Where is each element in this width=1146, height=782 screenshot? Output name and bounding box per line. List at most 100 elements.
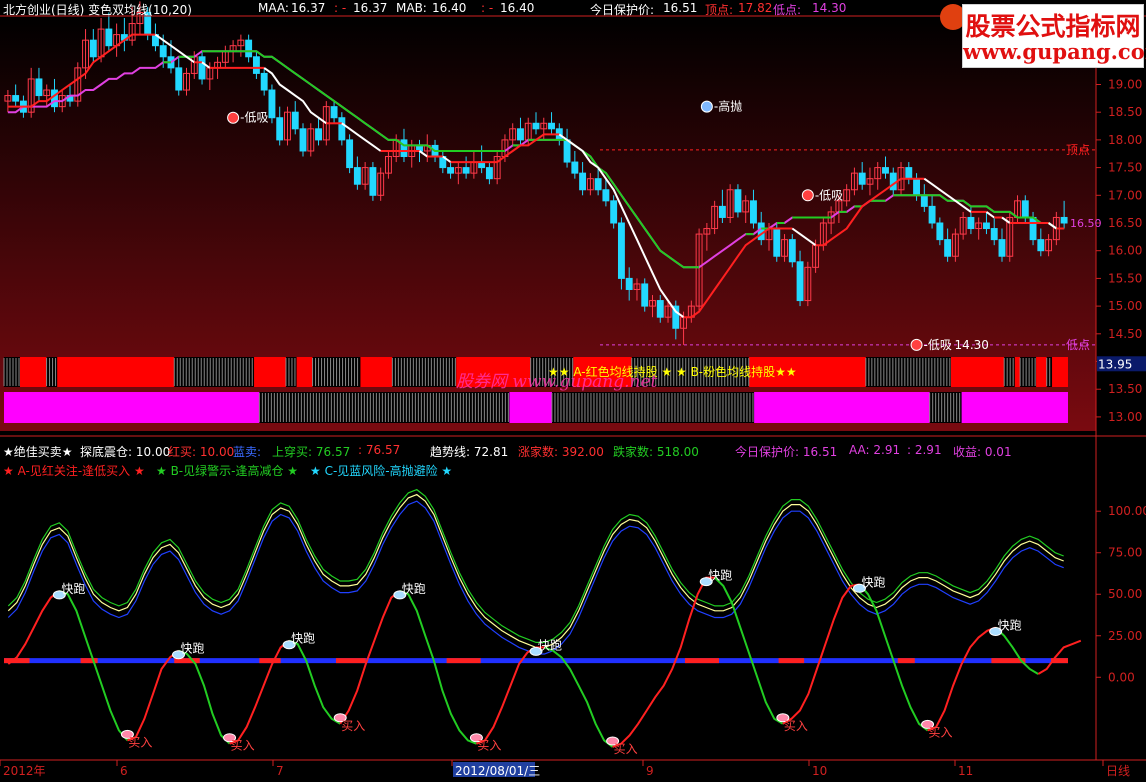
last-price-label: 16.50 — [1070, 217, 1102, 230]
band1-black-segment — [1020, 357, 1037, 387]
price-tick-label: 14.50 — [1108, 327, 1142, 341]
osc-sc2: : 76.57 — [358, 443, 401, 457]
candle-body — [734, 189, 742, 213]
osc-bhj: 今日保护价: 16.51 — [735, 445, 838, 459]
candle-body — [1060, 216, 1068, 224]
osc-cycle-segment — [58, 589, 129, 742]
candle-body — [936, 222, 944, 241]
candle-body — [998, 239, 1006, 257]
osc-cycle-segment — [714, 576, 784, 725]
maa-value: 16.37 — [291, 1, 326, 15]
price-tick-label: 17.50 — [1108, 161, 1142, 175]
osc-lm: 蓝卖: — [233, 445, 265, 459]
candle-body — [579, 172, 587, 191]
run-signal-label: 快跑 — [291, 632, 315, 646]
candle-body — [276, 117, 284, 141]
osc-hm: 红买: 10.00 — [168, 445, 235, 459]
sell-signal-icon — [700, 100, 713, 113]
date-label: 10 — [812, 764, 827, 778]
osc-tick-label: 100.00 — [1108, 504, 1146, 518]
watermark-title: 股票公式指标网 — [965, 12, 1141, 41]
run-signal-label: 快跑 — [861, 575, 885, 589]
candle-body — [462, 167, 470, 174]
signal-label: -低吸 — [240, 111, 268, 125]
buy-osc-label: 买入 — [231, 739, 255, 753]
candle-body — [105, 28, 113, 47]
maa2-value: 16.37 — [353, 1, 388, 15]
candle-body — [983, 222, 990, 230]
osc-cycle-segment — [399, 589, 477, 745]
candle-body — [796, 261, 804, 302]
protect-value: 16.51 — [663, 1, 698, 15]
osc-tick-label: 25.00 — [1108, 629, 1142, 643]
candle-body — [967, 216, 975, 230]
osc-cycle-segment — [229, 639, 290, 745]
mab-label: MAB: — [396, 1, 427, 15]
candle-body — [788, 239, 796, 263]
candle-body — [260, 72, 268, 91]
site-watermark: 股票公式指标网 www.gupang.com — [962, 4, 1146, 68]
low-label: 低点: — [773, 3, 802, 17]
candle-body — [12, 95, 20, 102]
chart-svg: 顶点低点 ★★ A-红色均线持股 ★ ★ B-粉色均线持股★★股券网 www.g… — [0, 1, 1146, 778]
candle-body — [252, 56, 260, 74]
price-tick-label: 18.00 — [1108, 133, 1142, 147]
osc-tick-label: 50.00 — [1108, 587, 1142, 601]
candle-body — [245, 39, 253, 58]
candle-body — [617, 222, 625, 279]
candle-body — [353, 167, 361, 185]
candle-body — [175, 67, 183, 91]
maa2-label: : - — [334, 1, 347, 15]
band-pink-bg — [4, 392, 1068, 423]
band1-black-segment — [4, 357, 20, 387]
buy-signal-icon — [910, 338, 923, 351]
date-label: 6 — [120, 764, 128, 778]
candle-body — [299, 128, 307, 152]
osc-qsx: 趋势线: 72.81 — [430, 445, 509, 459]
osc-cycle-segment — [858, 583, 929, 732]
osc-tick-label: 0.00 — [1108, 670, 1135, 684]
low-line-label: 低点 — [1066, 338, 1090, 352]
candle-body — [750, 200, 757, 224]
candle-body — [773, 228, 781, 257]
candle-body — [51, 89, 58, 108]
osc-cycle-segment — [1037, 639, 1082, 675]
candle-body — [369, 167, 377, 196]
run-signal-label: 快跑 — [708, 569, 732, 583]
candle-body — [485, 167, 493, 180]
candle-body — [920, 194, 928, 207]
signal-label: -高抛 — [714, 99, 742, 114]
osc-cycle-segment — [7, 590, 60, 665]
price-tick-label: 15.00 — [1108, 299, 1142, 313]
candle-body — [1037, 239, 1045, 252]
candle-body — [35, 78, 43, 97]
price-tick-label: 16.00 — [1108, 244, 1142, 258]
date-label: 日线 — [1106, 764, 1130, 778]
candle-body — [625, 277, 633, 290]
candle-body — [656, 300, 664, 318]
osc-tdzc: 探底震仓: 10.00 — [80, 445, 171, 459]
chart-title: 北方创业(日线) 变色双均线(10,20) — [3, 3, 192, 17]
chart-canvas[interactable]: 顶点 低点 ★★ A-红色均线持股 ★ ★ B-粉色均线持股★★ 股券网 www.g… — [0, 0, 1146, 778]
mab2-label: : - — [481, 1, 494, 15]
buy-osc-label: 买入 — [477, 739, 501, 753]
candle-body — [928, 205, 936, 224]
osc-cycle-segment — [127, 649, 180, 742]
protect-label: 今日保护价: — [590, 3, 655, 17]
date-label: 11 — [958, 764, 973, 778]
candle-body — [913, 178, 921, 196]
candle-body — [346, 139, 354, 169]
osc-djs: 跌家数: 518.00 — [613, 445, 699, 459]
candle-body — [641, 283, 649, 307]
osc-cycle-segment — [178, 649, 231, 745]
osc-cycle-segment — [927, 626, 996, 732]
buy-osc-label: 买入 — [784, 719, 808, 733]
signal-label: -低吸 — [815, 188, 843, 202]
candle-body — [571, 161, 579, 174]
legend-c: ★ C-见蓝风险-高抛避险 ★ — [310, 464, 453, 478]
price-tick-label: 18.50 — [1108, 105, 1142, 119]
top-value: 17.82 — [738, 1, 773, 15]
candle-body — [944, 239, 952, 257]
candle-body — [858, 172, 866, 185]
top-line-label: 顶点 — [1066, 143, 1090, 157]
